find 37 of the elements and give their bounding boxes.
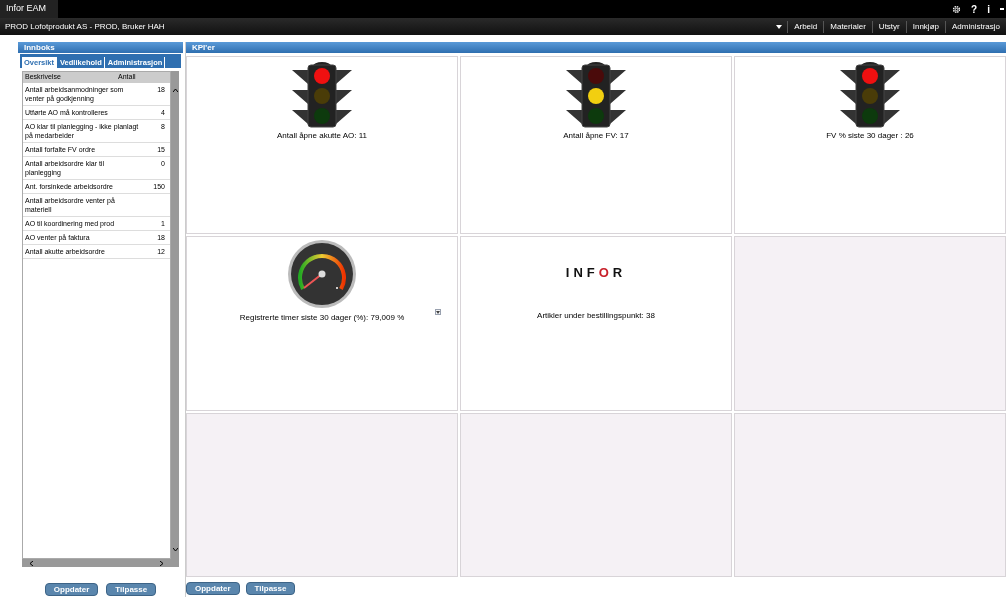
scroll-down-icon[interactable] bbox=[172, 547, 178, 551]
settings-icon[interactable] bbox=[952, 4, 962, 14]
panel-header: Innboks bbox=[18, 42, 183, 53]
traffic-light-housing bbox=[566, 62, 626, 128]
panel-header: KPI'er bbox=[186, 42, 1006, 53]
traffic-light-housing bbox=[292, 62, 352, 128]
menu-item[interactable]: Utstyr bbox=[871, 20, 906, 33]
kpi-caption: Artikler under bestillingspunkt: 38 bbox=[537, 309, 655, 322]
kpi-caption: Antall åpne FV: 17 bbox=[563, 130, 629, 142]
menu-item[interactable]: Administrasjo bbox=[945, 20, 1006, 33]
gauge-icon bbox=[287, 239, 357, 309]
context-label: PROD Lofotprodukt AS - PROD, Bruker HAH bbox=[4, 20, 165, 33]
toolbar-icon[interactable]: ? bbox=[971, 1, 978, 17]
unlit-lamp-icon bbox=[862, 88, 878, 104]
kpi-caption: Registrerte timer siste 30 dager (%): 79,009 % bbox=[239, 312, 405, 324]
caret-icon[interactable] bbox=[776, 24, 783, 29]
scroll-right-icon[interactable] bbox=[159, 560, 163, 566]
scroll-left-icon[interactable] bbox=[30, 560, 34, 566]
action-button[interactable]: Tilpasse bbox=[245, 582, 296, 595]
kpi-caption: Antall åpne akutte AO: 11 bbox=[276, 130, 368, 142]
menu-item[interactable]: Materialer bbox=[823, 20, 872, 33]
traffic-light-housing bbox=[840, 62, 900, 128]
unlit-lamp-icon bbox=[588, 68, 604, 84]
unlit-lamp-icon bbox=[314, 108, 330, 124]
unlit-lamp-icon bbox=[588, 108, 604, 124]
menu-item[interactable]: Arbeid bbox=[787, 20, 824, 33]
kpi-caption: FV % siste 30 dager : 26 bbox=[826, 130, 914, 142]
dropdown-icon[interactable] bbox=[435, 309, 441, 315]
action-button[interactable]: Oppdater bbox=[186, 582, 240, 595]
unlit-lamp-icon bbox=[862, 108, 878, 124]
unlit-lamp-icon bbox=[314, 88, 330, 104]
action-button[interactable]: Tilpasse bbox=[106, 583, 157, 596]
toolbar-icon[interactable]: i bbox=[987, 1, 990, 17]
app-title: Infor EAM bbox=[0, 0, 58, 18]
action-button[interactable]: Oppdater bbox=[44, 583, 99, 596]
scroll-up-icon[interactable] bbox=[172, 89, 178, 93]
menu-item[interactable]: Innkjøp bbox=[905, 20, 945, 33]
